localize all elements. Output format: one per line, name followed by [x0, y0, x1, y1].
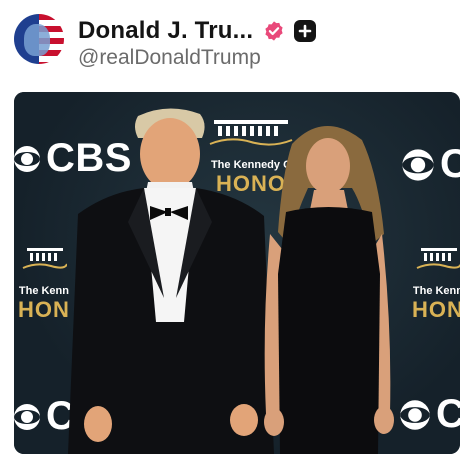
avatar-face — [24, 24, 50, 56]
kennedy-center-building-icon — [22, 248, 68, 269]
man-in-tuxedo — [68, 108, 274, 454]
cbs-logo: C — [398, 392, 460, 437]
cbs-eye-icon — [402, 148, 434, 181]
name-row: Donald J. Tru... — [78, 14, 317, 48]
display-name[interactable]: Donald J. Tru... — [78, 17, 253, 45]
cbs-eye-icon — [14, 403, 40, 430]
kennedy-center-mark: The Kenn HON — [412, 244, 460, 323]
cbs-logo-text: C — [436, 392, 460, 436]
cbs-logo-text: C — [440, 142, 460, 186]
kennedy-caption: The Kenn — [412, 285, 460, 297]
cbs-logo: C — [14, 394, 75, 439]
honors-text: HON — [412, 297, 460, 322]
kennedy-caption: The Kenn — [18, 285, 69, 297]
plus-icon — [298, 24, 312, 38]
kennedy-center-building-icon — [416, 248, 460, 269]
verified-badge-icon — [265, 21, 283, 41]
cbs-logo: C — [400, 142, 460, 187]
user-handle[interactable]: @realDonaldTrump — [78, 46, 261, 70]
plus-badge-icon[interactable] — [294, 20, 317, 42]
woman-in-black-dress — [264, 125, 394, 454]
cbs-eye-icon — [400, 399, 430, 430]
avatar[interactable] — [14, 14, 64, 64]
post-photo[interactable]: CBS C C C The Kennedy C HONO The Kenn HO… — [14, 92, 460, 454]
post-card: Donald J. Tru... @realDonaldTrump CBS C … — [0, 0, 474, 474]
cbs-eye-icon — [14, 145, 40, 172]
kennedy-center-mark: The Kenn HON — [18, 244, 70, 323]
honors-text: HON — [18, 297, 70, 322]
